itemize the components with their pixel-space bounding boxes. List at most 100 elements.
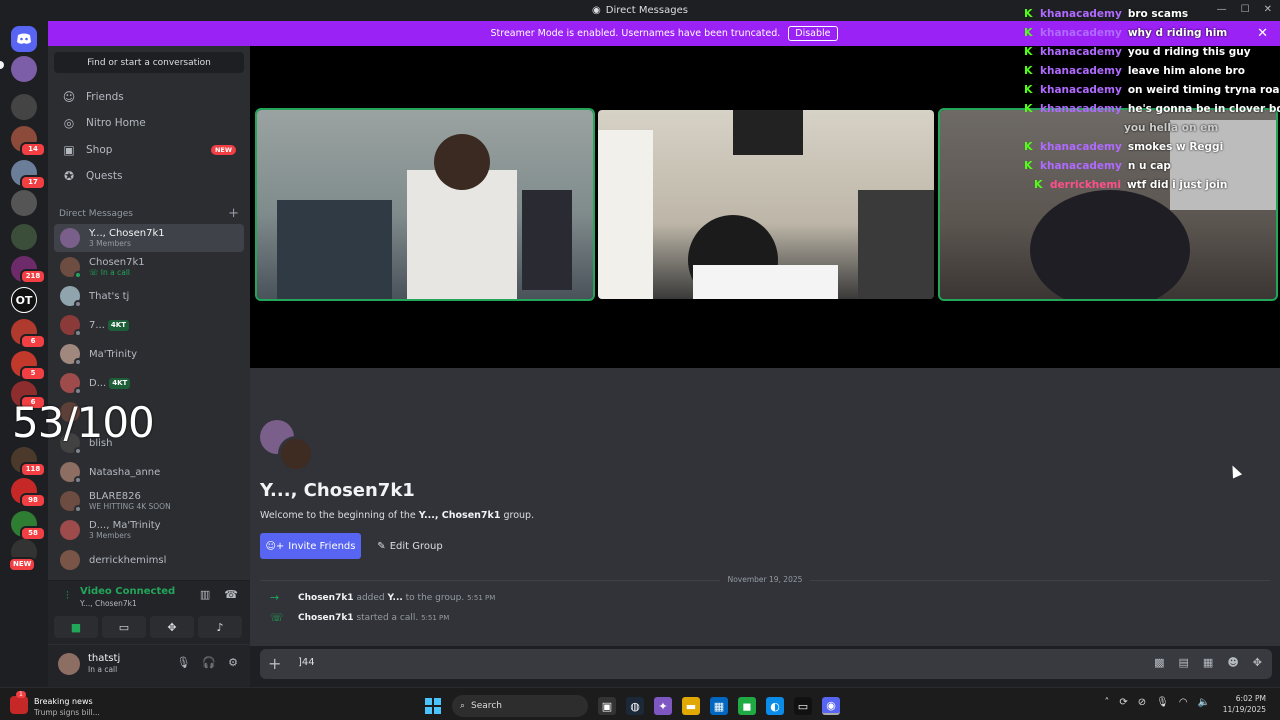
taskbar-search[interactable]: ⌕ Search xyxy=(452,695,588,717)
store-icon[interactable]: ▦ xyxy=(710,697,728,715)
dm-item[interactable]: D... 4KT xyxy=(54,369,244,397)
user-panel: thatstj In a call 🎙 🎧 ⚙ xyxy=(48,645,250,687)
dm-name: D..., Ma'Trinity xyxy=(89,520,161,531)
dm-item[interactable]: Y..., Chosen7k1 3 Members xyxy=(54,224,244,252)
file-explorer-icon[interactable]: ▬ xyxy=(682,697,700,715)
banner-text: Streamer Mode is enabled. Usernames have… xyxy=(490,28,781,39)
status-dot xyxy=(74,505,82,513)
soundboard-button[interactable]: ♪ xyxy=(198,616,242,638)
dm-item[interactable]: D..., Ma'Trinity 3 Members xyxy=(54,516,244,544)
apps-icon[interactable]: ✥ xyxy=(1253,656,1262,669)
mute-icon[interactable]: ⊘ xyxy=(1138,697,1146,708)
video-tile[interactable] xyxy=(255,108,595,301)
signal-icon[interactable]: ⫶ xyxy=(66,589,69,603)
message-composer[interactable]: + ]44 ▩ ▤ ▦ ☻ ✥ xyxy=(260,649,1272,679)
taskbar-clock[interactable]: 6:02 PM 11/19/2025 xyxy=(1223,693,1266,715)
dm-item[interactable]: BLARE826 WE HITTING 4K SOON xyxy=(54,487,244,515)
gift-icon[interactable]: ▩ xyxy=(1154,656,1164,669)
discord-small-icon: ◉ xyxy=(592,5,601,16)
news-widget[interactable]: 1 Breaking news Trump signs bill... xyxy=(10,691,140,718)
date-divider: November 19, 2025 xyxy=(260,575,1270,584)
dm-text: derrickhemimsl xyxy=(89,555,166,566)
dm-item[interactable]: 7... 4KT xyxy=(54,311,244,339)
edge-icon[interactable]: ◐ xyxy=(766,697,784,715)
voice-controls: ▥ ☎ xyxy=(200,588,238,601)
server-icon[interactable] xyxy=(11,224,37,250)
windows-start-icon[interactable] xyxy=(424,697,442,715)
server-icon[interactable] xyxy=(11,94,37,120)
disable-button[interactable]: Disable xyxy=(788,26,838,41)
nav-friends[interactable]: ☺ Friends xyxy=(54,85,244,109)
sticker-icon[interactable]: ▦ xyxy=(1203,656,1213,669)
nav-nitro-home[interactable]: ◎ Nitro Home xyxy=(54,111,244,135)
arrow-right-icon: → xyxy=(270,591,280,604)
attach-plus-icon[interactable]: + xyxy=(268,654,281,673)
sync-icon[interactable]: ⟳ xyxy=(1119,697,1127,708)
target[interactable]: Y... xyxy=(388,593,403,603)
dm-name-row: 7... 4KT xyxy=(89,319,129,331)
message-input[interactable]: ]44 xyxy=(298,657,315,668)
video-tile[interactable] xyxy=(598,110,934,299)
dm-item[interactable]: derrickhemimsl xyxy=(54,546,244,574)
gif-icon[interactable]: ▤ xyxy=(1179,656,1189,669)
task-view-icon[interactable]: ▣ xyxy=(598,697,616,715)
dm-item[interactable]: Natasha_anne xyxy=(54,458,244,486)
home-button[interactable] xyxy=(11,26,37,52)
chat-user: derrickhemi xyxy=(1050,178,1121,191)
user-avatar[interactable] xyxy=(58,653,80,675)
pencil-icon: ✎ xyxy=(377,540,386,552)
timestamp: 5:51 PM xyxy=(467,593,496,602)
server-icon[interactable] xyxy=(11,190,37,216)
chat-line: Kkhanacademy he's gonna be in clover boy … xyxy=(1024,99,1280,118)
noise-suppression-icon[interactable]: ▥ xyxy=(200,588,210,601)
ot-server-icon[interactable]: OT xyxy=(11,287,37,313)
invite-friends-button[interactable]: ☺+ Invite Friends xyxy=(260,533,361,559)
activities-button[interactable]: ✥ xyxy=(150,616,194,638)
terminal-icon[interactable]: ▭ xyxy=(794,697,812,715)
settings-gear-icon[interactable]: ⚙ xyxy=(228,656,238,669)
search-input[interactable]: Find or start a conversation xyxy=(54,52,244,73)
chat-line: Kkhanacademy why d riding him xyxy=(1024,23,1280,42)
actor[interactable]: Chosen7k1 xyxy=(298,613,354,623)
nav-label: Shop xyxy=(86,144,113,156)
dm-item[interactable]: Chosen7k1 ☏ In a call xyxy=(54,253,244,281)
dm-text: Chosen7k1 ☏ In a call xyxy=(89,257,145,277)
copilot-icon[interactable]: ✦ xyxy=(654,697,672,715)
headphones-icon[interactable]: 🎧 xyxy=(202,656,216,669)
screen-share-icon: ▭ xyxy=(118,620,130,634)
wifi-icon[interactable]: ◠ xyxy=(1179,697,1188,708)
emoji-icon[interactable]: ☻ xyxy=(1227,656,1238,669)
dm-text: BLARE826 WE HITTING 4K SOON xyxy=(89,491,171,511)
server-badge: 6 xyxy=(20,334,46,349)
microphone-icon[interactable]: 🎙 xyxy=(176,656,190,669)
nav-quests[interactable]: ✪ Quests xyxy=(54,164,244,188)
actor[interactable]: Chosen7k1 xyxy=(298,593,354,603)
chevron-up-icon[interactable]: ˄ xyxy=(1104,697,1109,708)
chat-msg: bro scams xyxy=(1127,7,1189,20)
dm-name: derrickhemimsl xyxy=(89,554,167,566)
dm-item[interactable]: Ma'Trinity xyxy=(54,340,244,368)
disconnect-icon[interactable]: ☎ xyxy=(224,588,238,601)
volume-icon[interactable]: 🔈 xyxy=(1198,697,1210,708)
discord-taskbar-icon[interactable]: ◉ xyxy=(822,697,840,715)
dm-text: D..., Ma'Trinity 3 Members xyxy=(89,520,161,540)
camera-button[interactable]: ■ xyxy=(54,616,98,638)
edit-group-button[interactable]: ✎ Edit Group xyxy=(370,533,450,559)
status-dot xyxy=(74,476,82,484)
title-group: ◉ Direct Messages xyxy=(592,5,688,16)
nav-shop[interactable]: ▣ Shop NEW xyxy=(54,138,244,162)
dm-item[interactable]: That's tj xyxy=(54,282,244,310)
dm-name: Y..., Chosen7k1 xyxy=(89,228,165,239)
dm-sub-text: In a call xyxy=(100,268,130,277)
app-icon[interactable]: ◼ xyxy=(738,697,756,715)
screen-share-button[interactable]: ▭ xyxy=(102,616,146,638)
voice-channel[interactable]: Y..., Chosen7k1 xyxy=(80,599,137,608)
create-dm-icon[interactable]: + xyxy=(228,206,239,221)
steam-icon[interactable]: ◍ xyxy=(626,697,644,715)
chat-line: Kkhanacademy on weird timing tryna roast … xyxy=(1024,80,1280,99)
mic-tray-icon[interactable]: 🎙 xyxy=(1156,697,1169,708)
avatar xyxy=(60,520,80,540)
group-title: Y..., Chosen7k1 xyxy=(260,480,415,501)
server-icon[interactable] xyxy=(11,56,37,82)
status-dot xyxy=(74,447,82,455)
